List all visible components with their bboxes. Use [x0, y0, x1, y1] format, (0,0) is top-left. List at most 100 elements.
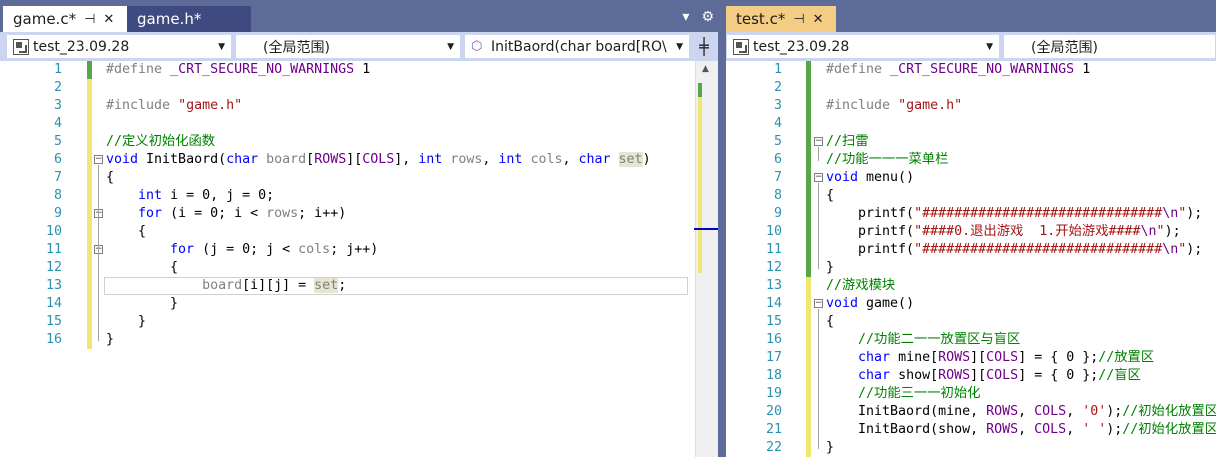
dropdown-icon[interactable]: ▾: [682, 9, 689, 25]
code-line: }: [826, 440, 835, 455]
line-number: 16: [45, 332, 62, 347]
right-tab-bar: test.c* ⊣ ✕: [726, 0, 1216, 32]
scroll-up-icon[interactable]: ▲: [702, 64, 709, 74]
scroll-position-indicator: [694, 228, 718, 230]
tab-test-c[interactable]: test.c* ⊣ ✕: [726, 6, 836, 32]
scope-name: (全局范围): [263, 39, 330, 56]
scroll-map-change: [698, 83, 702, 97]
function-icon: ⬡: [471, 38, 483, 54]
code-line: InitBaord(show, ROWS, COLS, ' ');//初始化放置…: [826, 422, 1216, 437]
tab-bar-actions: ▾ ⚙: [682, 9, 714, 25]
code-line: void InitBaord(char board[ROWS][COLS], i…: [106, 152, 651, 167]
line-number: 21: [765, 422, 782, 437]
line-number: 3: [53, 98, 62, 113]
line-number: 16: [765, 332, 782, 347]
close-icon[interactable]: ✕: [103, 12, 114, 27]
chevron-down-icon: ▼: [676, 41, 683, 52]
code-line: //游戏模块: [826, 278, 896, 293]
line-number: 14: [765, 296, 782, 311]
code-line: }: [106, 314, 147, 329]
gear-icon[interactable]: ⚙: [701, 9, 714, 25]
code-line: char mine[ROWS][COLS] = { 0 };//放置区: [858, 350, 1155, 365]
right-editor-pane: test.c* ⊣ ✕ test_23.09.28 ▼ (全局范围) 1 #def…: [726, 0, 1216, 457]
code-line: printf("##############################\n…: [826, 242, 1203, 257]
chevron-down-icon: ▼: [447, 41, 454, 52]
left-editor-pane: game.c* ⊣ ✕ game.h* ▾ ⚙ test_23.09.28 ▼ …: [0, 0, 718, 457]
code-line: #define _CRT_SECURE_NO_WARNINGS 1: [826, 62, 1091, 77]
line-number: 15: [765, 314, 782, 329]
line-number: 5: [773, 134, 782, 149]
code-line: board[i][j] = set;: [202, 278, 347, 293]
code-line: }: [106, 296, 179, 311]
code-line: #include "game.h": [106, 98, 243, 113]
code-line: {: [106, 170, 115, 185]
code-line: for (j = 0; j < cols; j++): [170, 242, 379, 257]
tab-game-h[interactable]: game.h*: [127, 6, 251, 32]
scope-dropdown[interactable]: (全局范围) ▼: [235, 34, 461, 59]
change-indicator: [87, 61, 92, 79]
project-icon: [13, 38, 29, 55]
fold-guide: [98, 165, 99, 341]
vertical-scrollbar[interactable]: ▲: [694, 61, 718, 457]
pin-icon[interactable]: ⊣: [84, 12, 95, 27]
navigation-bar: test_23.09.28 ▼ (全局范围) ▼ ⬡ InitBaord(cha…: [0, 32, 718, 61]
line-number: 4: [773, 116, 782, 131]
collapse-icon[interactable]: −: [814, 299, 823, 308]
code-line: }: [826, 260, 835, 275]
project-dropdown[interactable]: test_23.09.28 ▼: [6, 34, 232, 59]
chevron-down-icon: ▼: [986, 41, 993, 52]
code-line: {: [106, 224, 147, 239]
scope-name: (全局范围): [1031, 39, 1098, 56]
collapse-icon[interactable]: −: [814, 173, 823, 182]
tab-game-c[interactable]: game.c* ⊣ ✕: [3, 6, 127, 32]
code-line: InitBaord(mine, ROWS, COLS, '0');//初始化放置…: [826, 404, 1216, 419]
code-editor[interactable]: 1 #define _CRT_SECURE_NO_WARNINGS 1 2 3 #inc…: [0, 61, 696, 457]
code-line: char show[ROWS][COLS] = { 0 };//盲区: [858, 368, 1141, 383]
line-number: 19: [765, 386, 782, 401]
line-number: 1: [53, 62, 62, 77]
line-number: 18: [765, 368, 782, 383]
code-line: printf("##############################\n…: [826, 206, 1203, 221]
change-indicator: [87, 79, 92, 349]
code-line: //功能一一一菜单栏: [826, 152, 949, 167]
member-name: InitBaord(char board[RO\: [491, 38, 667, 55]
line-number: 8: [773, 188, 782, 203]
left-tab-bar: game.c* ⊣ ✕ game.h* ▾ ⚙: [0, 0, 718, 32]
code-line: void menu(): [826, 170, 915, 185]
scroll-map-change: [698, 97, 702, 273]
scope-dropdown[interactable]: (全局范围): [1003, 34, 1216, 59]
tab-label: game.h*: [137, 10, 202, 28]
line-number: 13: [45, 278, 62, 293]
pin-icon[interactable]: ⊣: [793, 12, 804, 27]
code-editor[interactable]: 1 #define _CRT_SECURE_NO_WARNINGS 1 2 3 #inc…: [726, 61, 1216, 457]
change-indicator: [806, 61, 811, 277]
line-number: 3: [773, 98, 782, 113]
code-line: void game(): [826, 296, 915, 311]
change-indicator: [806, 277, 811, 457]
line-number: 20: [765, 404, 782, 419]
code-line: //功能二一一放置区与盲区: [858, 332, 1021, 347]
project-dropdown[interactable]: test_23.09.28 ▼: [726, 34, 1000, 59]
code-line: printf("####0.退出游戏 1.开始游戏####\n");: [826, 224, 1181, 239]
close-icon[interactable]: ✕: [813, 12, 824, 27]
project-name: test_23.09.28: [753, 38, 850, 55]
collapse-icon[interactable]: −: [94, 155, 103, 164]
fold-guide: [818, 183, 819, 269]
code-line: {: [106, 260, 179, 275]
line-number: 17: [765, 350, 782, 365]
code-line: for (i = 0; i < rows; i++): [138, 206, 347, 221]
member-dropdown[interactable]: ⬡ InitBaord(char board[RO\ ▼: [464, 34, 690, 59]
tab-label: test.c*: [736, 10, 786, 28]
line-number: 11: [765, 242, 782, 257]
code-line: #include "game.h": [826, 98, 963, 113]
line-number: 10: [765, 224, 782, 239]
split-editor-icon[interactable]: ╪: [692, 34, 716, 59]
code-line: {: [826, 188, 835, 203]
line-number: 22: [765, 440, 782, 455]
line-number: 9: [773, 206, 782, 221]
line-number: 2: [773, 80, 782, 95]
chevron-down-icon: ▼: [218, 41, 225, 52]
collapse-icon[interactable]: −: [814, 137, 823, 146]
line-number: 6: [53, 152, 62, 167]
pane-splitter[interactable]: [718, 0, 726, 457]
